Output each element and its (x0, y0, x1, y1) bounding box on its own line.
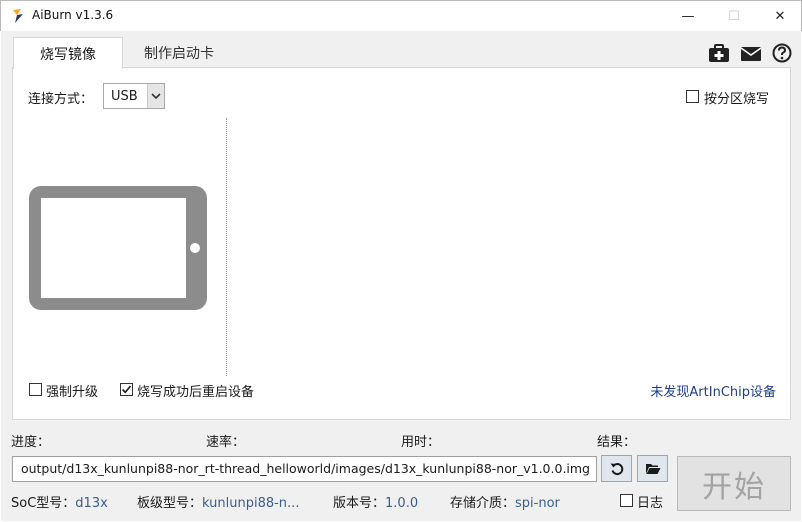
reboot-after-label: 烧写成功后重启设备 (137, 385, 255, 400)
start-button[interactable]: 开始 (677, 456, 791, 511)
partition-burn-label: 按分区烧写 (704, 92, 770, 107)
refresh-button[interactable] (601, 455, 632, 482)
open-folder-button[interactable] (637, 455, 668, 482)
first-aid-kit-icon[interactable] (708, 43, 730, 63)
force-upgrade-checkbox[interactable] (29, 383, 42, 396)
soc-value: d13x (75, 496, 108, 511)
result-label: 结果： (597, 435, 637, 450)
maximize-button[interactable]: ☐ (711, 1, 757, 32)
checkmark-icon (121, 385, 132, 394)
version-info: 版本号：1.0.0 (333, 492, 418, 511)
board-info: 板级型号：kunlunpi88-n... (137, 492, 299, 511)
connection-label: 连接方式： (28, 92, 94, 107)
board-value: kunlunpi88-n... (202, 496, 300, 511)
main-window: 烧写镜像 制作启动卡 连接方式： USB 按分区烧写 强制升级 烧写成功后重启设… (1, 31, 801, 521)
connection-select-value: USB (111, 89, 138, 104)
connection-select[interactable]: USB (103, 83, 165, 109)
burn-panel: 连接方式： USB 按分区烧写 强制升级 烧写成功后重启设备 未发现ArtInC… (12, 67, 791, 420)
tablet-device-icon (29, 186, 207, 310)
chevron-down-icon (147, 84, 164, 108)
title-bar: AiBurn v1.3.6 — ☐ ✕ (0, 0, 802, 31)
soc-info: SoC型号：d13x (11, 492, 108, 511)
mail-icon[interactable] (740, 43, 762, 63)
version-value: 1.0.0 (385, 496, 419, 511)
storage-info: 存储介质：spi-nor (450, 492, 560, 511)
device-status-link[interactable]: 未发现ArtInChip设备 (650, 381, 776, 400)
minimize-button[interactable]: — (665, 1, 711, 32)
minimize-icon: — (681, 9, 695, 24)
reboot-after-checkbox[interactable] (120, 383, 133, 396)
tab-make-boot-card-label: 制作启动卡 (144, 45, 214, 62)
image-path-input[interactable]: output/d13x_kunlunpi88-nor_rt-thread_hel… (12, 456, 597, 482)
log-label: 日志 (637, 496, 664, 511)
storage-value: spi-nor (515, 496, 560, 511)
log-checkbox[interactable] (620, 494, 633, 507)
soc-label: SoC型号： (11, 496, 76, 511)
partition-burn-checkbox[interactable] (686, 90, 699, 103)
time-label: 用时： (401, 435, 441, 450)
refresh-icon (610, 462, 623, 475)
version-label: 版本号： (333, 496, 386, 511)
tab-burn-image-label: 烧写镜像 (40, 46, 96, 63)
folder-open-icon (645, 464, 660, 474)
help-icon[interactable] (771, 43, 793, 63)
board-label: 板级型号： (137, 496, 203, 511)
close-icon: ✕ (774, 9, 786, 24)
progress-label: 进度： (11, 435, 51, 450)
maximize-icon: ☐ (728, 9, 740, 24)
start-button-label: 开始 (702, 469, 766, 505)
tab-burn-image[interactable]: 烧写镜像 (13, 37, 123, 69)
rate-label: 速率： (206, 435, 246, 450)
tab-make-boot-card[interactable]: 制作启动卡 (124, 37, 234, 68)
storage-label: 存储介质： (450, 496, 516, 511)
app-icon (13, 9, 23, 23)
force-upgrade-label: 强制升级 (46, 385, 99, 400)
window-title: AiBurn v1.3.6 (32, 8, 114, 22)
divider (226, 118, 227, 376)
close-button[interactable]: ✕ (757, 1, 802, 32)
image-path-text: output/d13x_kunlunpi88-nor_rt-thread_hel… (20, 461, 590, 476)
